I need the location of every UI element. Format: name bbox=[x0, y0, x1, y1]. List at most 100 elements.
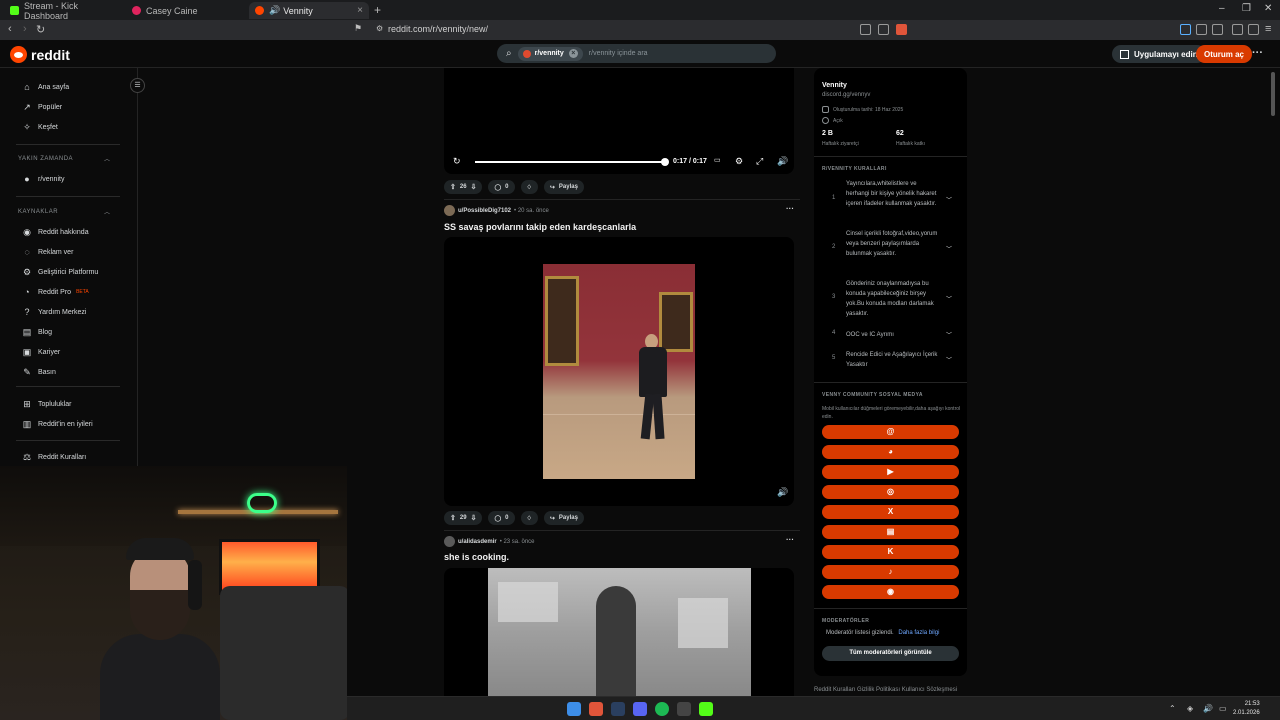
back-icon[interactable]: ‹ bbox=[8, 23, 12, 35]
tab-vennity[interactable]: 🔊 Vennity × bbox=[249, 2, 369, 19]
comments-button[interactable]: ◯ 0 bbox=[488, 511, 515, 525]
chevron-down-icon[interactable]: ﹀ bbox=[946, 294, 952, 303]
more-options-icon[interactable]: ··· bbox=[1252, 47, 1263, 59]
tray-up-icon[interactable]: ⌃ bbox=[1169, 704, 1176, 713]
video-player[interactable]: ↻ 0:17 / 0:17 ▭ ⚙ ⤢ 🔊 bbox=[444, 68, 794, 174]
rule-item[interactable]: 5 Rencide Edici ve Aşağılayıcı İçerik Ya… bbox=[822, 350, 959, 372]
share-icon[interactable] bbox=[878, 24, 889, 35]
downvote-icon[interactable]: ⇩ bbox=[471, 514, 477, 522]
vote-button[interactable]: ⇧ 26 ⇩ bbox=[444, 180, 483, 194]
kick-app-icon[interactable] bbox=[699, 702, 713, 716]
award-button[interactable]: ♢ bbox=[520, 180, 538, 194]
rule-item[interactable]: 1 Yayıncılara,whitelistlere ve herhangi … bbox=[822, 179, 959, 219]
kick-button[interactable]: K bbox=[822, 545, 959, 559]
close-window-icon[interactable]: ✕ bbox=[1264, 3, 1272, 14]
vote-button[interactable]: ⇧ 29 ⇩ bbox=[444, 511, 483, 525]
tab-casey-caine[interactable]: Casey Caine bbox=[126, 2, 246, 19]
battery-icon[interactable]: ▭ bbox=[1219, 704, 1227, 713]
sidebar-item-careers[interactable]: ▣ Kariyer bbox=[22, 347, 60, 358]
sidebar-item-about[interactable]: ◉ Reddit hakkında bbox=[22, 227, 89, 238]
spotify-icon[interactable] bbox=[655, 702, 669, 716]
volume-icon[interactable]: 🔊 bbox=[777, 156, 788, 167]
fullscreen-icon[interactable]: ⤢ bbox=[756, 156, 763, 167]
bookmark-icon[interactable]: ⚑ bbox=[354, 23, 362, 34]
rule-item[interactable]: 4 OOC ve IC Ayrımı ﹀ bbox=[822, 330, 959, 342]
chevron-down-icon[interactable]: ﹀ bbox=[946, 330, 952, 339]
puzzle-icon[interactable] bbox=[1196, 24, 1207, 35]
chevron-down-icon[interactable]: ﹀ bbox=[946, 355, 952, 364]
close-tab-icon[interactable]: × bbox=[357, 5, 363, 16]
footer-links[interactable]: Reddit Kuralları Gizlilik Politikası Kul… bbox=[814, 687, 957, 693]
instagram-button[interactable]: ◎ bbox=[822, 485, 959, 499]
sidebar-item-home[interactable]: ⌂ Ana sayfa bbox=[22, 82, 69, 92]
profile-icon[interactable] bbox=[1248, 24, 1259, 35]
avatar[interactable] bbox=[444, 536, 455, 547]
page-scrollbar[interactable] bbox=[1270, 68, 1276, 688]
brave-icon[interactable] bbox=[589, 702, 603, 716]
sidebar-item-vennity[interactable]: ● r/vennity bbox=[22, 174, 64, 184]
downvote-icon[interactable]: ⇩ bbox=[471, 183, 477, 191]
upvote-icon[interactable]: ⇧ bbox=[450, 183, 456, 191]
address-bar[interactable]: reddit.com/r/vennity/new/ bbox=[388, 24, 488, 34]
wallet-icon[interactable] bbox=[1212, 24, 1223, 35]
video-progress-bar[interactable] bbox=[475, 158, 669, 166]
sidebar-item-help[interactable]: ? Yardım Merkezi bbox=[22, 307, 86, 317]
post-video[interactable]: 🔊 bbox=[444, 237, 794, 506]
cast-icon[interactable] bbox=[860, 24, 871, 35]
post-options-icon[interactable]: ··· bbox=[786, 535, 794, 544]
extension-icon[interactable] bbox=[1180, 24, 1191, 35]
share-button[interactable]: ↪ Paylaş bbox=[543, 180, 584, 194]
brave-shield-icon[interactable] bbox=[896, 24, 907, 35]
remove-chip-icon[interactable]: × bbox=[568, 49, 578, 58]
rule-item[interactable]: 2 Cinsel içerikli fotoğraf,video,yorum v… bbox=[822, 229, 959, 269]
comments-button[interactable]: ◯ 0 bbox=[488, 180, 515, 194]
maximize-icon[interactable]: ❐ bbox=[1242, 3, 1251, 14]
sidebar-item-developer[interactable]: ⚙ Geliştirici Platformu bbox=[22, 267, 98, 278]
sidebar-item-best-of[interactable]: ▥ Reddit'in en iyileri bbox=[22, 419, 93, 430]
replay-icon[interactable]: ↻ bbox=[453, 156, 461, 167]
threads-button[interactable]: @ bbox=[822, 425, 959, 439]
share-button[interactable]: ↪ Paylaş bbox=[543, 511, 584, 525]
scrollbar-thumb[interactable] bbox=[1271, 72, 1275, 116]
search-input[interactable]: r/vennity içinde ara bbox=[589, 50, 648, 57]
sidebar-item-reddit-pro[interactable]: ◔ Reddit Pro BETA bbox=[22, 287, 89, 297]
volume-icon[interactable]: 🔊 bbox=[777, 487, 788, 498]
x-button[interactable]: X bbox=[822, 505, 959, 519]
obs-icon[interactable] bbox=[677, 702, 691, 716]
reddit-logo[interactable]: reddit bbox=[10, 46, 70, 63]
volume-tray-icon[interactable]: 🔊 bbox=[1203, 704, 1213, 713]
sidebar-icon[interactable] bbox=[1232, 24, 1243, 35]
twitch-button[interactable]: ▤ bbox=[822, 525, 959, 539]
minimize-icon[interactable]: – bbox=[1219, 3, 1225, 14]
learn-more-link[interactable]: Daha fazla bilgi bbox=[898, 630, 939, 636]
sidebar-item-blog[interactable]: ▤ Blog bbox=[22, 327, 52, 338]
post-options-icon[interactable]: ··· bbox=[786, 204, 794, 213]
tiktok-button[interactable]: ♪ bbox=[822, 565, 959, 579]
steam-icon[interactable] bbox=[611, 702, 625, 716]
sidebar-item-communities[interactable]: ⊞ Topluluklar bbox=[22, 399, 71, 410]
reload-icon[interactable]: ↻ bbox=[36, 23, 45, 36]
community-link[interactable]: discord.gg/vennyv bbox=[822, 92, 870, 98]
post-title[interactable]: SS savaş povlarını takip eden kardeşcanl… bbox=[444, 222, 636, 232]
rule-item[interactable]: 3 Gönderiniz onaylanmadıysa bu konuda ya… bbox=[822, 279, 959, 319]
award-button[interactable]: ♢ bbox=[520, 511, 538, 525]
tab-kick-dashboard[interactable]: Stream - Kick Dashboard bbox=[4, 1, 124, 21]
discord-icon[interactable] bbox=[633, 702, 647, 716]
chevron-down-icon[interactable]: ﹀ bbox=[946, 195, 952, 204]
sidebar-item-popular[interactable]: ↗ Popüler bbox=[22, 102, 62, 113]
post-video[interactable] bbox=[444, 568, 794, 696]
captions-icon[interactable]: ▭ bbox=[714, 156, 721, 164]
sidebar-item-advertise[interactable]: ◌ Reklam ver bbox=[22, 247, 73, 257]
login-button[interactable]: Oturum aç bbox=[1196, 45, 1253, 63]
chevron-up-icon[interactable]: ︿ bbox=[104, 207, 110, 216]
sidebar-item-rules[interactable]: ⚖ Reddit Kuralları bbox=[22, 452, 86, 463]
new-tab-button[interactable]: + bbox=[374, 3, 381, 17]
menu-icon[interactable]: ≡ bbox=[1265, 23, 1271, 35]
post-title[interactable]: she is cooking. bbox=[444, 552, 509, 562]
sidebar-item-press[interactable]: ✎ Basın bbox=[22, 367, 56, 378]
upvote-icon[interactable]: ⇧ bbox=[450, 514, 456, 522]
network-icon[interactable]: ◈ bbox=[1187, 704, 1193, 713]
get-app-button[interactable]: Uygulamayı edin bbox=[1112, 45, 1206, 63]
search-bar[interactable]: ⌕ r/vennity × r/vennity içinde ara bbox=[497, 44, 776, 63]
steam-button[interactable]: ◉ bbox=[822, 585, 959, 599]
